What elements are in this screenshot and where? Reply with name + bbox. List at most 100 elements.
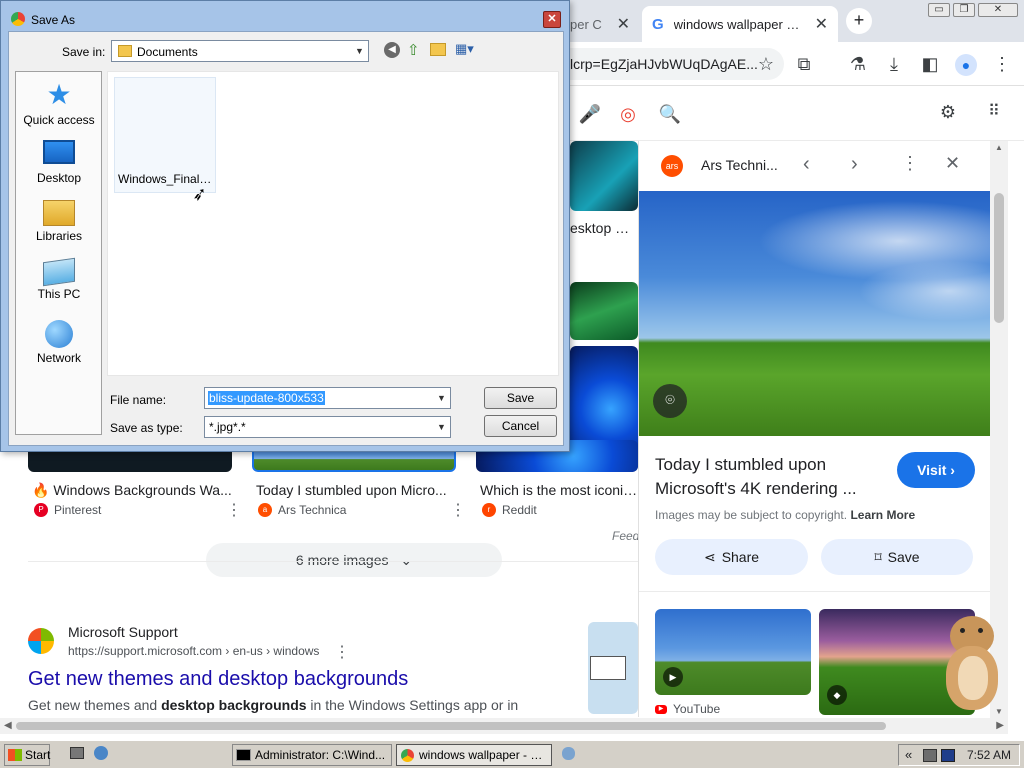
lens-search-icon[interactable]: ◎ xyxy=(616,102,640,126)
show-desktop-icon[interactable] xyxy=(70,747,84,759)
close-icon[interactable]: ✕ xyxy=(617,14,630,34)
bookmark-star-icon[interactable]: ☆ xyxy=(754,52,778,76)
dialog-app-icon xyxy=(11,12,25,26)
hamster-mascot-icon[interactable] xyxy=(942,612,1004,716)
ars-technica-icon: a xyxy=(258,503,272,517)
place-libraries[interactable]: Libraries xyxy=(16,200,102,243)
profile-avatar-icon[interactable]: ● xyxy=(954,52,978,76)
close-window-button[interactable]: ✕ xyxy=(978,3,1018,17)
quick-launch-icon[interactable] xyxy=(562,747,575,760)
minimize-button[interactable]: ▭ xyxy=(928,3,950,17)
network-tray-icon[interactable] xyxy=(923,749,937,762)
menu-kebab-icon[interactable]: ⋮ xyxy=(990,52,1014,76)
close-panel-icon[interactable]: ✕ xyxy=(945,153,960,174)
tab-windows-wallpaper[interactable]: G windows wallpaper - Go ✕ xyxy=(642,6,838,42)
chevron-down-icon[interactable]: ▼ xyxy=(351,41,368,61)
file-item[interactable]: Windows_Final_... xyxy=(114,77,216,193)
search-icon[interactable]: 🔍 xyxy=(658,102,682,126)
result-breadcrumb[interactable]: https://support.microsoft.com › en-us › … xyxy=(68,644,319,658)
youtube-icon: ▶ xyxy=(655,704,667,714)
chevron-down-icon[interactable]: ▼ xyxy=(433,388,450,408)
related-image-source[interactable]: ▶ YouTube xyxy=(655,702,720,716)
more-images-button[interactable]: 6 more images ⌄ xyxy=(206,543,502,577)
scroll-up-icon[interactable]: ▲ xyxy=(995,143,1003,152)
scrollbar-thumb[interactable] xyxy=(16,722,886,730)
result-image[interactable] xyxy=(570,282,638,340)
more-options-icon[interactable]: ⋮ xyxy=(334,642,350,662)
save-image-button[interactable]: ⌑ Save xyxy=(821,539,973,575)
image-card-source[interactable]: a Ars Technica xyxy=(258,503,346,517)
image-card-title[interactable]: Which is the most iconic o xyxy=(480,482,638,498)
quick-launch-icon[interactable] xyxy=(94,746,108,760)
file-name-input[interactable]: bliss-update-800x533 ▼ xyxy=(204,387,451,409)
extensions-icon[interactable]: ⧉ xyxy=(792,52,816,76)
settings-gear-icon[interactable]: ⚙ xyxy=(936,100,960,124)
place-desktop[interactable]: Desktop xyxy=(16,140,102,185)
new-folder-icon[interactable] xyxy=(430,43,446,56)
star-icon: ★ xyxy=(46,79,72,110)
labs-flask-icon[interactable]: ⚗ xyxy=(846,52,870,76)
voice-search-icon[interactable]: 🎤 xyxy=(578,102,602,126)
view-menu-icon[interactable]: ▦▾ xyxy=(455,41,474,57)
restore-button[interactable]: ❐ xyxy=(953,3,975,17)
learn-more-link[interactable]: Learn More xyxy=(850,508,915,522)
taskbar-item-cmd[interactable]: Administrator: C:\Wind... xyxy=(232,744,392,766)
lens-search-icon[interactable]: ⌾ xyxy=(653,384,687,418)
related-image[interactable]: ▶ xyxy=(655,609,811,695)
up-folder-icon[interactable]: ⇧ xyxy=(407,41,420,59)
apps-grid-icon[interactable]: ⠿ xyxy=(982,100,1006,124)
image-card-title[interactable]: Today I stumbled upon Micro... xyxy=(256,482,456,498)
monitor-tray-icon[interactable] xyxy=(941,749,955,762)
feedback-link[interactable]: Feed xyxy=(612,529,639,543)
dialog-body: Save in: Documents ▼ ◀ ⇧ ▦▾ ★ Quick acce… xyxy=(8,31,564,446)
file-name-value: bliss-update-800x533 xyxy=(208,391,325,405)
google-g-icon: G xyxy=(652,15,664,33)
network-globe-icon xyxy=(45,320,73,348)
horizontal-scrollbar[interactable]: ◀ ▶ xyxy=(0,718,1008,734)
scroll-right-icon[interactable]: ▶ xyxy=(996,720,1004,731)
next-image-icon[interactable]: › xyxy=(851,153,858,176)
save-button[interactable]: Save xyxy=(484,387,557,409)
result-title-link[interactable]: Get new themes and desktop backgrounds xyxy=(28,668,408,691)
image-card-title[interactable]: 🔥 Windows Backgrounds Wa... xyxy=(32,482,232,499)
more-options-icon[interactable]: ⋮ xyxy=(226,500,242,520)
result-image[interactable] xyxy=(570,141,638,211)
image-card-source[interactable]: P Pinterest xyxy=(34,503,101,517)
address-bar[interactable]: lcrp=EgZjaHJvbWUqDAgAE... xyxy=(566,48,784,80)
result-thumbnail[interactable] xyxy=(588,622,638,714)
preview-image[interactable] xyxy=(639,191,990,436)
more-options-icon[interactable]: ⋮ xyxy=(901,153,919,174)
panel-title[interactable]: Today I stumbled upon Microsoft's 4K ren… xyxy=(655,453,885,501)
previous-image-icon[interactable]: ‹ xyxy=(803,153,810,176)
tab-previous[interactable]: per C ✕ xyxy=(560,6,640,42)
save-as-type-dropdown[interactable]: *.jpg*.* ▼ xyxy=(204,416,451,438)
share-button[interactable]: ⋖ Share xyxy=(655,539,808,575)
back-icon[interactable]: ◀ xyxy=(384,42,400,58)
new-tab-button[interactable]: + xyxy=(846,8,872,34)
place-this-pc[interactable]: This PC xyxy=(16,257,102,301)
place-network[interactable]: Network xyxy=(16,320,102,365)
ars-technica-logo-icon: ars xyxy=(661,155,683,177)
tray-expand-icon[interactable]: « xyxy=(905,747,912,762)
desktop-icon xyxy=(43,140,75,164)
more-options-icon[interactable]: ⋮ xyxy=(450,500,466,520)
save-in-dropdown[interactable]: Documents ▼ xyxy=(111,40,369,62)
chevron-down-icon[interactable]: ▼ xyxy=(433,417,450,437)
cancel-button[interactable]: Cancel xyxy=(484,415,557,437)
close-icon[interactable]: ✕ xyxy=(815,14,828,34)
side-panel-icon[interactable]: ◧ xyxy=(918,52,942,76)
place-quick-access[interactable]: ★ Quick access xyxy=(16,79,102,128)
download-icon[interactable]: ⤓ xyxy=(882,52,906,76)
visit-button[interactable]: Visit › xyxy=(897,452,975,488)
clock[interactable]: 7:52 AM xyxy=(967,748,1011,762)
image-card-source[interactable]: r Reddit xyxy=(482,503,537,517)
start-button[interactable]: Start xyxy=(4,744,50,766)
result-site-name[interactable]: Microsoft Support xyxy=(68,624,178,640)
scroll-left-icon[interactable]: ◀ xyxy=(4,720,12,731)
dialog-close-button[interactable]: ✕ xyxy=(543,11,561,28)
panel-source-name[interactable]: Ars Techni... xyxy=(701,157,791,173)
scrollbar-thumb[interactable] xyxy=(994,193,1004,323)
file-list[interactable]: Windows_Final_... ➶ xyxy=(107,71,559,376)
terminal-icon xyxy=(236,749,251,761)
taskbar-item-browser[interactable]: windows wallpaper - G... xyxy=(396,744,552,766)
